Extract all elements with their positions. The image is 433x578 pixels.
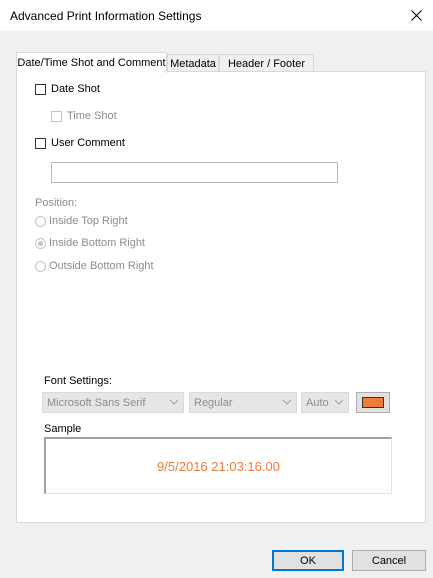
time-shot-label: Time Shot [67, 110, 117, 122]
radio-inside-bottom-right[interactable]: Inside Bottom Right [35, 237, 145, 249]
cancel-button[interactable]: Cancel [352, 550, 426, 571]
chevron-down-icon [334, 399, 344, 405]
tab-label: Header / Footer [227, 57, 306, 70]
sample-preview: 9/5/2016 21:03:16.00 [44, 437, 392, 494]
tab-label: Date/Time Shot and Comment [17, 57, 166, 69]
sample-label: Sample [44, 423, 82, 435]
tab-date-time-shot-and-comment[interactable]: Date/Time Shot and Comment [16, 52, 167, 73]
tab-label: Metadata [170, 57, 216, 70]
close-button[interactable] [399, 0, 433, 31]
font-style-value: Regular [194, 396, 233, 409]
tab-metadata[interactable]: Metadata [167, 54, 219, 72]
font-color-button[interactable] [356, 392, 390, 413]
chevron-down-icon [169, 399, 179, 405]
font-size-value: Auto [306, 396, 329, 409]
font-style-select[interactable]: Regular [189, 392, 297, 413]
sample-text: 9/5/2016 21:03:16.00 [157, 458, 280, 474]
font-family-select[interactable]: Microsoft Sans Serif [42, 392, 184, 413]
font-family-value: Microsoft Sans Serif [47, 396, 146, 409]
date-shot-checkbox[interactable]: Date Shot [35, 83, 100, 95]
cancel-label: Cancel [371, 554, 407, 567]
radio-circle [35, 237, 46, 249]
ok-button[interactable]: OK [272, 550, 344, 571]
chevron-down-icon [282, 399, 292, 405]
time-shot-checkbox: Time Shot [51, 110, 117, 122]
radio-circle [35, 215, 46, 227]
radio-label: Outside Bottom Right [49, 260, 154, 272]
tab-header-footer[interactable]: Header / Footer [219, 54, 314, 72]
radio-inside-top-right[interactable]: Inside Top Right [35, 215, 128, 227]
checkbox-box [51, 110, 62, 122]
ok-label: OK [300, 554, 316, 567]
font-settings-label: Font Settings: [44, 375, 112, 387]
user-comment-label: User Comment [51, 137, 125, 149]
radio-label: Inside Bottom Right [49, 237, 145, 249]
radio-circle [35, 260, 46, 272]
position-label: Position: [35, 197, 78, 209]
title-bar: Advanced Print Information Settings [0, 0, 433, 31]
close-icon [410, 10, 422, 21]
checkbox-box [35, 137, 46, 149]
user-comment-checkbox[interactable]: User Comment [35, 137, 125, 149]
window-title: Advanced Print Information Settings [10, 9, 202, 23]
user-comment-input[interactable] [51, 162, 338, 183]
date-shot-label: Date Shot [51, 83, 100, 95]
radio-outside-bottom-right[interactable]: Outside Bottom Right [35, 260, 154, 272]
color-swatch [362, 397, 384, 408]
radio-label: Inside Top Right [49, 215, 128, 227]
checkbox-box [35, 83, 46, 95]
font-size-select[interactable]: Auto [301, 392, 349, 413]
